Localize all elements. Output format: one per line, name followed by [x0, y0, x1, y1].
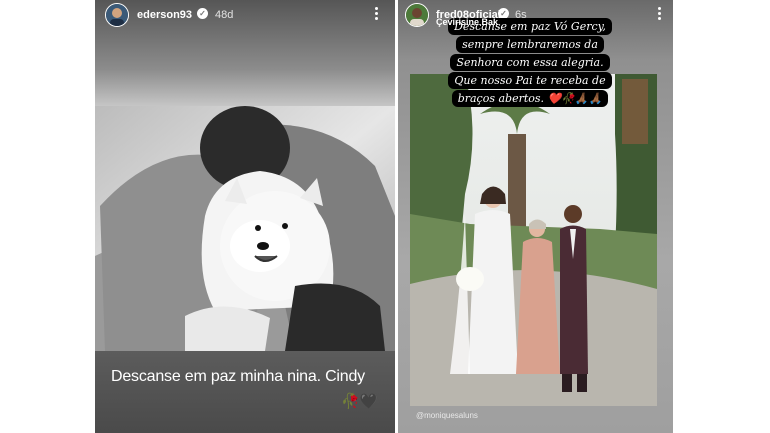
- more-options-icon[interactable]: [372, 6, 380, 22]
- caption-line: sempre lembraremos da: [456, 36, 604, 53]
- story-caption: Descanse em paz minha nina. Cindy: [111, 368, 365, 385]
- profile-photo-icon[interactable]: [105, 3, 129, 27]
- verified-badge-icon: ✓: [197, 8, 208, 19]
- timestamp: 48d: [215, 9, 234, 21]
- story-header: ederson93 ✓ 48d: [95, 0, 395, 30]
- right-story[interactable]: fred08oficial ✓ 6s Descanse em paz Vó Ge…: [398, 0, 673, 433]
- caption-line: braços abertos. ❤️🥀🙏🏾🙏🏾: [451, 90, 609, 107]
- story-photo: [410, 74, 657, 406]
- profile-photo-icon[interactable]: [405, 3, 429, 27]
- more-options-icon[interactable]: [655, 6, 663, 22]
- caption-line: Senhora com essa alegria.: [450, 54, 610, 71]
- photo-credit[interactable]: @moniquesaluns: [416, 411, 478, 420]
- username[interactable]: ederson93: [137, 8, 192, 22]
- caption-emojis: 🥀🖤: [341, 393, 379, 410]
- caption-bar: [95, 351, 395, 433]
- caption-line: Que nosso Pai te receba de: [448, 72, 612, 89]
- left-story[interactable]: ederson93 ✓ 48d Descanse em paz minha ni…: [95, 0, 395, 433]
- story-caption: Descanse em paz Vó Gercy, sempre lembrar…: [432, 17, 628, 107]
- story-photo: [95, 106, 395, 351]
- translate-link[interactable]: Çevirisine Bak: [436, 17, 498, 28]
